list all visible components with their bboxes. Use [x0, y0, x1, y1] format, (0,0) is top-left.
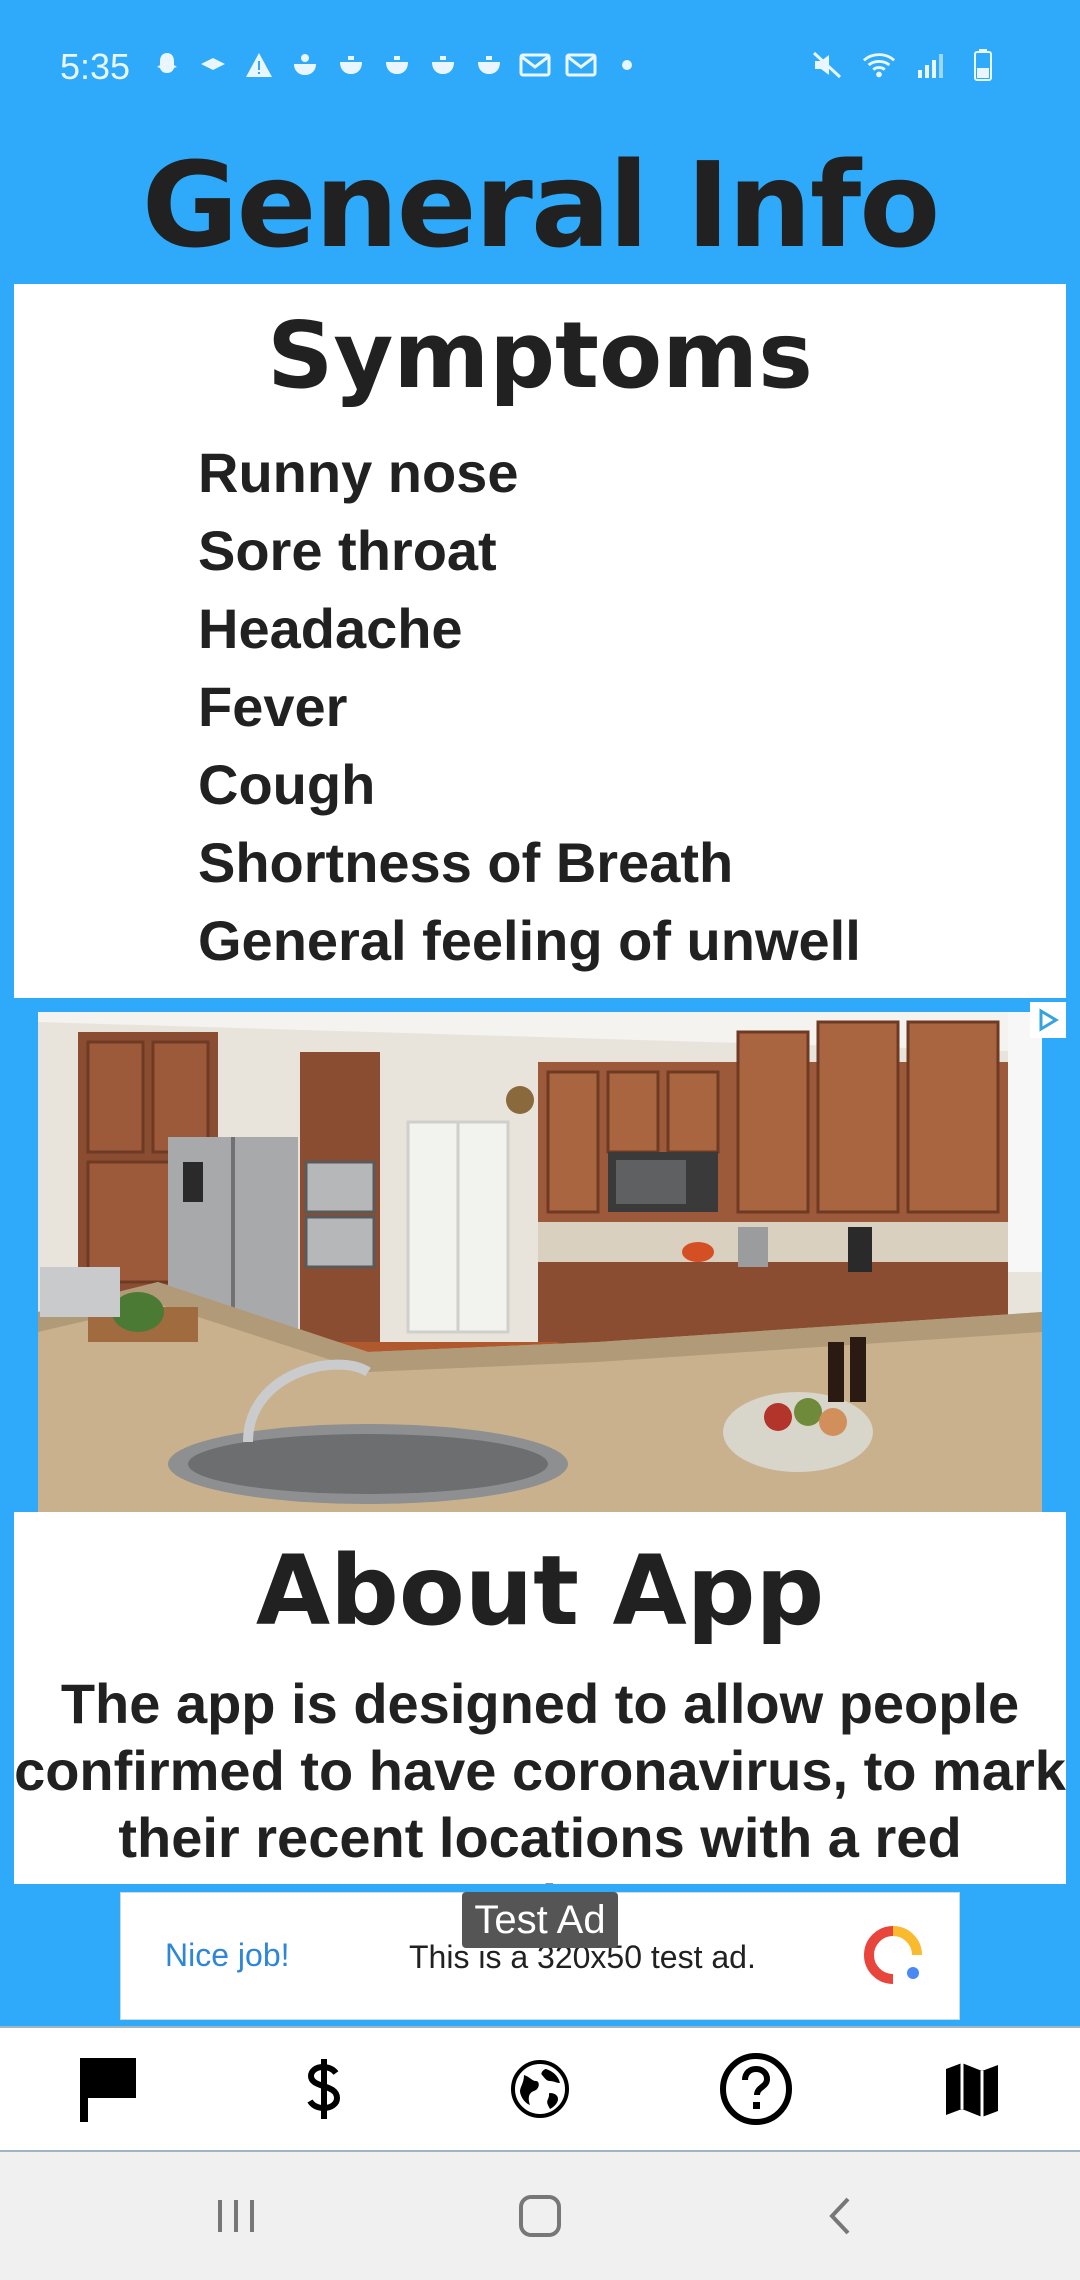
ad-image[interactable] [38, 1012, 1042, 1512]
battery-icon [966, 48, 1000, 82]
nav-globe[interactable] [480, 2039, 600, 2139]
bowl-icon [334, 48, 368, 82]
recent-apps-icon [218, 2200, 254, 2232]
bowl-icon [472, 48, 506, 82]
flag-icon [80, 2058, 136, 2122]
map-icon [946, 2063, 998, 2117]
symptom-item: General feeling of unwell [198, 909, 861, 972]
symptom-item: Fever [198, 675, 348, 738]
bowl-icon [426, 48, 460, 82]
banner-good-label: Nice job! [165, 1937, 290, 1973]
nav-dollar[interactable] [264, 2039, 384, 2139]
nav-map[interactable] [912, 2039, 1032, 2139]
signal-icon [914, 48, 948, 82]
about-card: About App The app is designed to allow p… [14, 1512, 1066, 1884]
ad-logo-icon [864, 1926, 922, 1984]
about-text: The app is designed to allow people conf… [14, 1672, 1066, 1884]
test-ad-tag: Test Ad [462, 1892, 618, 1948]
warning-icon [242, 48, 276, 82]
dot-icon [610, 48, 644, 82]
dollar-icon [307, 2059, 341, 2119]
symptom-item: Sore throat [198, 519, 497, 582]
symptom-item: Cough [198, 753, 376, 816]
bottom-nav [0, 2026, 1080, 2152]
back-button[interactable] [810, 2188, 870, 2244]
bowl-icon [380, 48, 414, 82]
symptoms-card: Symptoms Runny nose Sore throat Headache… [14, 284, 1066, 998]
snapchat-icon [150, 48, 184, 82]
mute-icon [810, 48, 844, 82]
mail-icon [518, 48, 552, 82]
globe-icon [511, 2060, 569, 2118]
notification-icons [150, 48, 644, 82]
mail-icon [564, 48, 598, 82]
airdrop-icon [196, 48, 230, 82]
symptom-item: Headache [198, 597, 463, 660]
home-icon [519, 2195, 561, 2237]
nav-help[interactable] [696, 2039, 816, 2139]
help-icon [720, 2053, 792, 2125]
wifi-icon [862, 48, 896, 82]
symptom-item: Runny nose [198, 441, 519, 504]
page-title: General Info [141, 136, 941, 274]
symptoms-heading: Symptoms [267, 302, 813, 409]
status-bar: 5:35 [0, 0, 1080, 140]
kitchen-photo [38, 1012, 1042, 1512]
recent-apps-button[interactable] [206, 2188, 266, 2244]
symptom-list: Runny nose Sore throat Headache Fever Co… [198, 434, 1066, 980]
back-icon [829, 2197, 850, 2235]
nav-flag[interactable] [48, 2039, 168, 2139]
symptom-item: Shortness of Breath [198, 831, 734, 894]
home-button[interactable] [510, 2188, 570, 2244]
bowl-icon [288, 48, 322, 82]
system-nav-bar [0, 2152, 1080, 2280]
about-heading: About App [255, 1535, 825, 1647]
system-status-icons [810, 48, 1000, 82]
status-time: 5:35 [60, 46, 131, 87]
ad-choices-icon[interactable] [1030, 1002, 1066, 1038]
